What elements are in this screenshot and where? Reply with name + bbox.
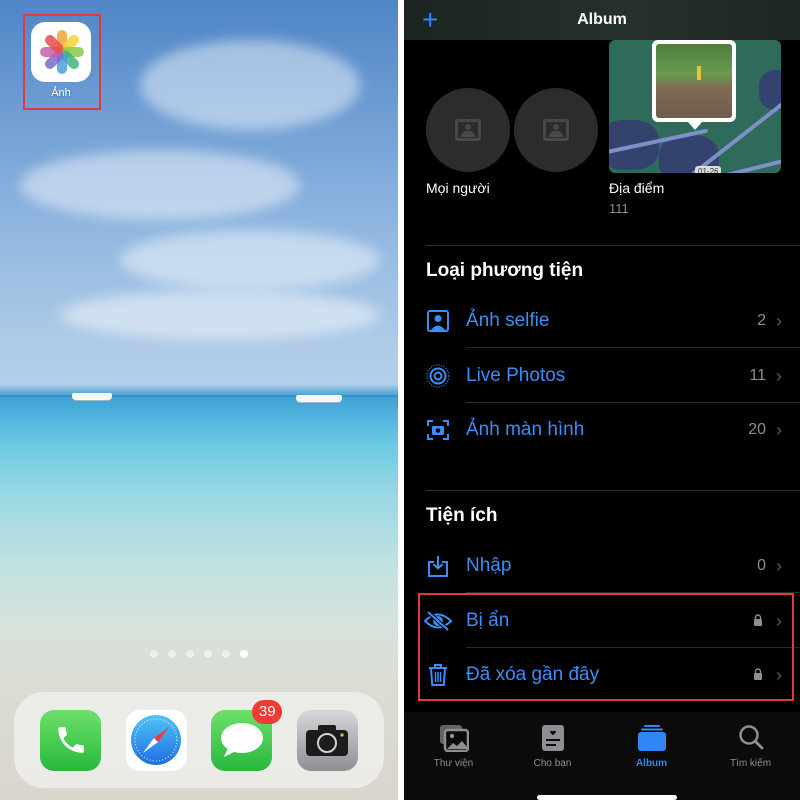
wallpaper-cloud [120, 230, 380, 290]
camera-app-icon[interactable] [296, 709, 358, 771]
album-people-label: Mọi người [426, 180, 490, 196]
chevron-right-icon: › [776, 310, 782, 331]
home-screen: Ảnh 39 [0, 0, 398, 800]
album-places-map[interactable]: 01-26 [609, 40, 781, 173]
list-item-screenshots[interactable]: Ảnh màn hình 20 › [404, 403, 800, 457]
chevron-right-icon: › [776, 555, 782, 576]
phone-app-icon[interactable] [40, 709, 102, 771]
section-divider [426, 245, 800, 246]
camera-icon [306, 725, 349, 756]
albums-stack-icon [637, 724, 667, 752]
list-item-count: 11 [749, 367, 766, 384]
map-road [719, 155, 781, 173]
person-thumbnail [426, 88, 510, 172]
home-indicator[interactable] [537, 795, 677, 800]
page-dot[interactable] [186, 650, 194, 658]
tab-search[interactable]: Tìm kiếm [701, 724, 800, 769]
tab-label: Thư viện [433, 758, 474, 769]
tab-label: Tìm kiếm [729, 758, 772, 769]
person-placeholder-icon [543, 119, 569, 141]
boat [296, 395, 342, 402]
selfie-portrait-icon [426, 309, 450, 333]
page-dot[interactable] [222, 650, 230, 658]
highlight-box [418, 593, 794, 701]
section-title-media-types: Loại phương tiện [426, 260, 584, 281]
page-indicator[interactable] [0, 650, 398, 658]
tab-label: Album [635, 758, 668, 769]
tab-bar: Thư viện Cho bạn Album Tìm kiếm [404, 712, 800, 800]
page-dot[interactable] [150, 650, 158, 658]
safari-app-icon[interactable] [125, 709, 187, 771]
for-you-card-icon [538, 724, 568, 752]
search-icon [736, 724, 766, 752]
list-item-label: Live Photos [466, 365, 566, 386]
tab-library[interactable]: Thư viện [404, 724, 503, 769]
list-item-label: Ảnh selfie [466, 310, 550, 331]
page-title: Album [577, 11, 627, 28]
wallpaper-cloud [140, 40, 360, 130]
map-photo-pin [652, 40, 736, 130]
navigation-bar: + Album [404, 0, 800, 40]
map-road-label: 01-26 [695, 166, 722, 173]
person-thumbnail [514, 88, 598, 172]
compass-icon [131, 715, 182, 765]
person-placeholder-icon [455, 119, 481, 141]
section-title-utilities: Tiện ích [426, 505, 498, 526]
list-item-count: 20 [748, 421, 766, 438]
list-item-import[interactable]: Nhập 0 › [404, 539, 800, 593]
tab-label: Cho bạn [533, 758, 572, 769]
photos-album-screen: + Album Mọi người 01-26 Địa điểm 111 Loạ… [404, 0, 800, 800]
list-item-count: 2 [757, 312, 766, 329]
plus-icon[interactable]: + [422, 6, 438, 34]
photo-library-icon [439, 724, 469, 753]
album-places-label: Địa điểm [609, 180, 665, 196]
tab-albums[interactable]: Album [602, 724, 701, 769]
notification-badge: 39 [252, 699, 283, 724]
screenshot-icon [426, 418, 450, 442]
row-divider [466, 347, 800, 348]
list-item-count: 0 [757, 557, 766, 574]
location-photo-thumbnail [656, 44, 732, 118]
page-dot[interactable] [168, 650, 176, 658]
chevron-right-icon: › [776, 419, 782, 440]
messages-app-icon[interactable]: 39 [211, 699, 283, 771]
phone-handset-icon [58, 727, 84, 753]
album-places-count: 111 [609, 201, 629, 216]
import-tray-icon [426, 554, 450, 578]
live-photo-icon [426, 364, 450, 388]
tab-for-you[interactable]: Cho bạn [503, 724, 602, 769]
highlight-box [23, 14, 101, 110]
speech-bubble-icon [220, 723, 263, 757]
list-item-selfies[interactable]: Ảnh selfie 2 › [404, 294, 800, 348]
wallpaper-cloud [60, 290, 380, 340]
chevron-right-icon: › [776, 365, 782, 386]
list-item-label: Ảnh màn hình [466, 419, 585, 440]
page-dot[interactable] [204, 650, 212, 658]
dock: 39 [14, 692, 384, 788]
boat [72, 393, 112, 400]
page-dot-active[interactable] [240, 650, 248, 658]
list-item-label: Nhập [466, 555, 512, 576]
section-divider [426, 490, 800, 491]
wallpaper-cloud [20, 150, 300, 220]
list-item-live-photos[interactable]: Live Photos 11 › [404, 349, 800, 403]
